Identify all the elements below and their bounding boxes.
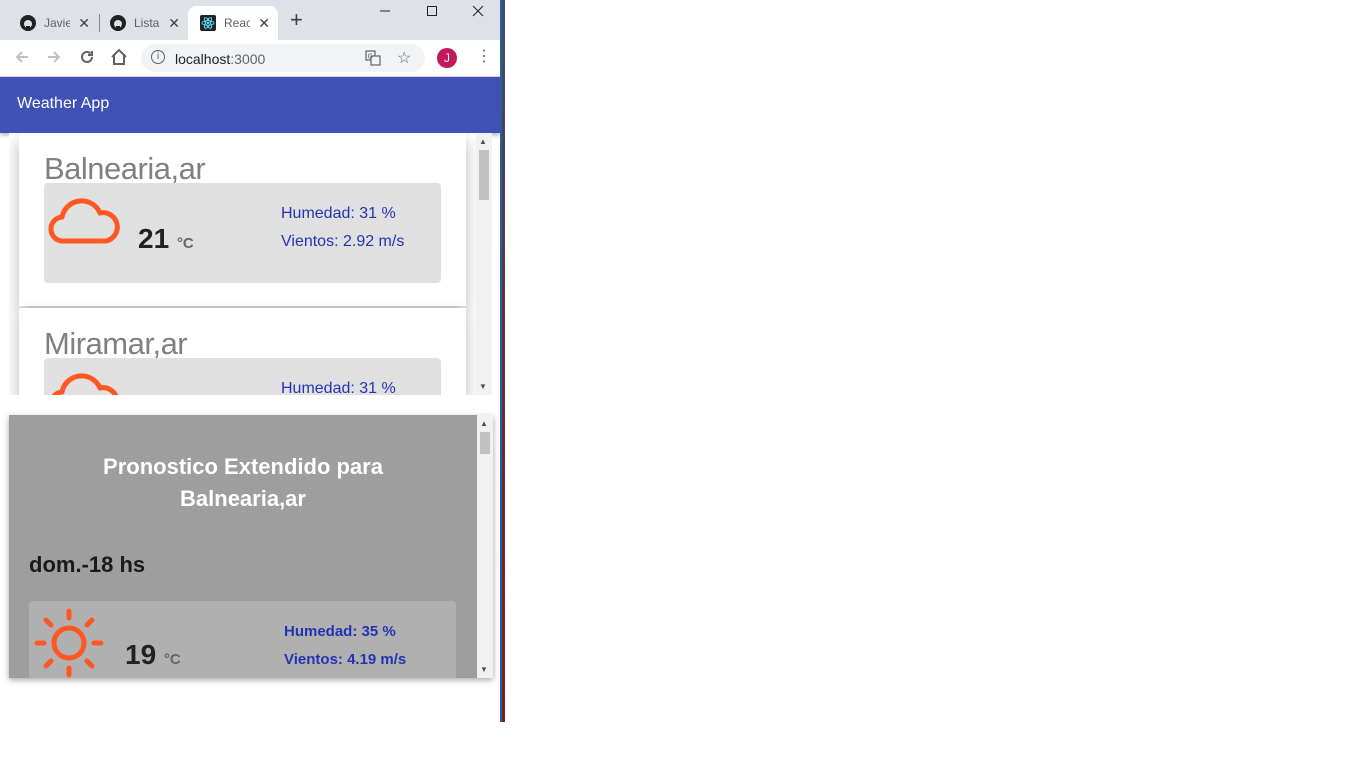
wind-text: Vientos: 4.19 m/s (284, 651, 407, 668)
temperature: 19 °C (125, 639, 181, 671)
forecast-panel[interactable]: Pronostico Extendido para Balnearia,ar d… (9, 415, 493, 678)
scroll-up-arrow-icon[interactable]: ▲ (480, 419, 488, 428)
app-bar: Weather App (0, 77, 500, 133)
scrollbar-thumb[interactable] (479, 150, 489, 200)
tab-title: Reac (224, 16, 250, 30)
temperature: 21 °C (138, 223, 194, 255)
translate-icon[interactable]: G (365, 50, 381, 69)
site-info-icon[interactable]: i (151, 50, 165, 64)
forecast-day: dom.-18 hs (29, 552, 146, 577)
humidity-text: Humedad: 31 % (281, 205, 396, 222)
react-icon (200, 15, 216, 31)
close-window-icon[interactable] (471, 4, 485, 21)
close-tab-icon[interactable]: ✕ (168, 15, 180, 32)
humidity-text: Humedad: 35 % (284, 623, 396, 640)
temperature-unit: °C (163, 651, 181, 668)
github-icon (20, 15, 36, 31)
temperature-value: 21 (138, 223, 170, 254)
weather-data: Humedad: 31 % (44, 358, 441, 395)
location-list[interactable]: Balnearia,ar 21 °C Humedad: 31 % Vientos… (9, 133, 492, 395)
app-title: Weather App (17, 95, 110, 112)
new-tab-button[interactable]: + (290, 9, 303, 31)
tab-title: Javie (44, 16, 70, 30)
forecast-weather-data: 19 °C Humedad: 35 % Vientos: 4.19 m/s (29, 601, 456, 678)
close-tab-icon[interactable]: ✕ (258, 15, 270, 32)
temperature-unit: °C (176, 235, 194, 252)
tab-github-2[interactable]: Lista ✕ (90, 6, 188, 40)
github-icon (110, 15, 126, 31)
humidity-text: Humedad: 31 % (281, 380, 396, 395)
weather-data: 21 °C Humedad: 31 % Vientos: 2.92 m/s (44, 183, 441, 283)
city-name: Balnearia,ar (44, 151, 206, 186)
maximize-icon[interactable] (426, 4, 438, 21)
location-card[interactable]: Balnearia,ar 21 °C Humedad: 31 % Vientos… (19, 133, 466, 306)
scroll-down-arrow-icon[interactable]: ▼ (480, 665, 488, 674)
scrollbar-thumb[interactable] (480, 432, 490, 454)
temperature-value: 19 (125, 639, 157, 670)
forecast-scrollbar[interactable]: ▲ ▼ (477, 415, 493, 678)
menu-kebab-icon[interactable]: ⋮ (476, 46, 492, 66)
scroll-up-arrow-icon[interactable]: ▲ (479, 137, 487, 146)
bookmark-star-icon[interactable]: ☆ (397, 48, 411, 68)
home-icon[interactable] (110, 48, 128, 69)
city-name: Miramar,ar (44, 326, 188, 361)
url-text[interactable]: localhost:3000 (175, 51, 265, 67)
tab-github-1[interactable]: Javie ✕ (0, 6, 98, 40)
scroll-down-arrow-icon[interactable]: ▼ (479, 382, 487, 391)
tab-title: Lista (134, 16, 160, 30)
forward-arrow-icon[interactable] (45, 48, 63, 69)
url-host: localhost (175, 51, 231, 67)
profile-avatar[interactable]: J (437, 48, 457, 68)
forecast-title: Pronostico Extendido para Balnearia,ar (9, 451, 477, 515)
location-card[interactable]: Miramar,ar Humedad: 31 % (19, 308, 466, 395)
tab-react[interactable]: Reac ✕ (188, 6, 278, 40)
cloud-icon (48, 197, 120, 252)
forecast-title-line2: Balnearia,ar (180, 486, 306, 511)
svg-text:G: G (368, 53, 373, 61)
browser-window: Javie ✕ Lista ✕ Reac ✕ + i localhost:300… (0, 0, 502, 722)
reload-icon[interactable] (78, 48, 96, 69)
wind-text: Vientos: 2.92 m/s (281, 233, 405, 250)
close-tab-icon[interactable]: ✕ (78, 15, 90, 32)
forecast-title-line1: Pronostico Extendido para (103, 454, 383, 479)
minimize-icon[interactable] (379, 4, 391, 21)
back-arrow-icon[interactable] (13, 48, 31, 69)
desktop-edge (502, 0, 505, 722)
browser-toolbar: i localhost:3000 G ☆ J ⋮ (0, 40, 500, 77)
address-bar[interactable]: i localhost:3000 G ☆ (141, 44, 425, 72)
location-list-scrollbar[interactable]: ▲ ▼ (476, 133, 492, 395)
tab-strip: Javie ✕ Lista ✕ Reac ✕ + (0, 0, 500, 40)
sun-icon (33, 607, 105, 678)
cloud-icon (48, 372, 120, 395)
url-port: :3000 (230, 51, 266, 67)
